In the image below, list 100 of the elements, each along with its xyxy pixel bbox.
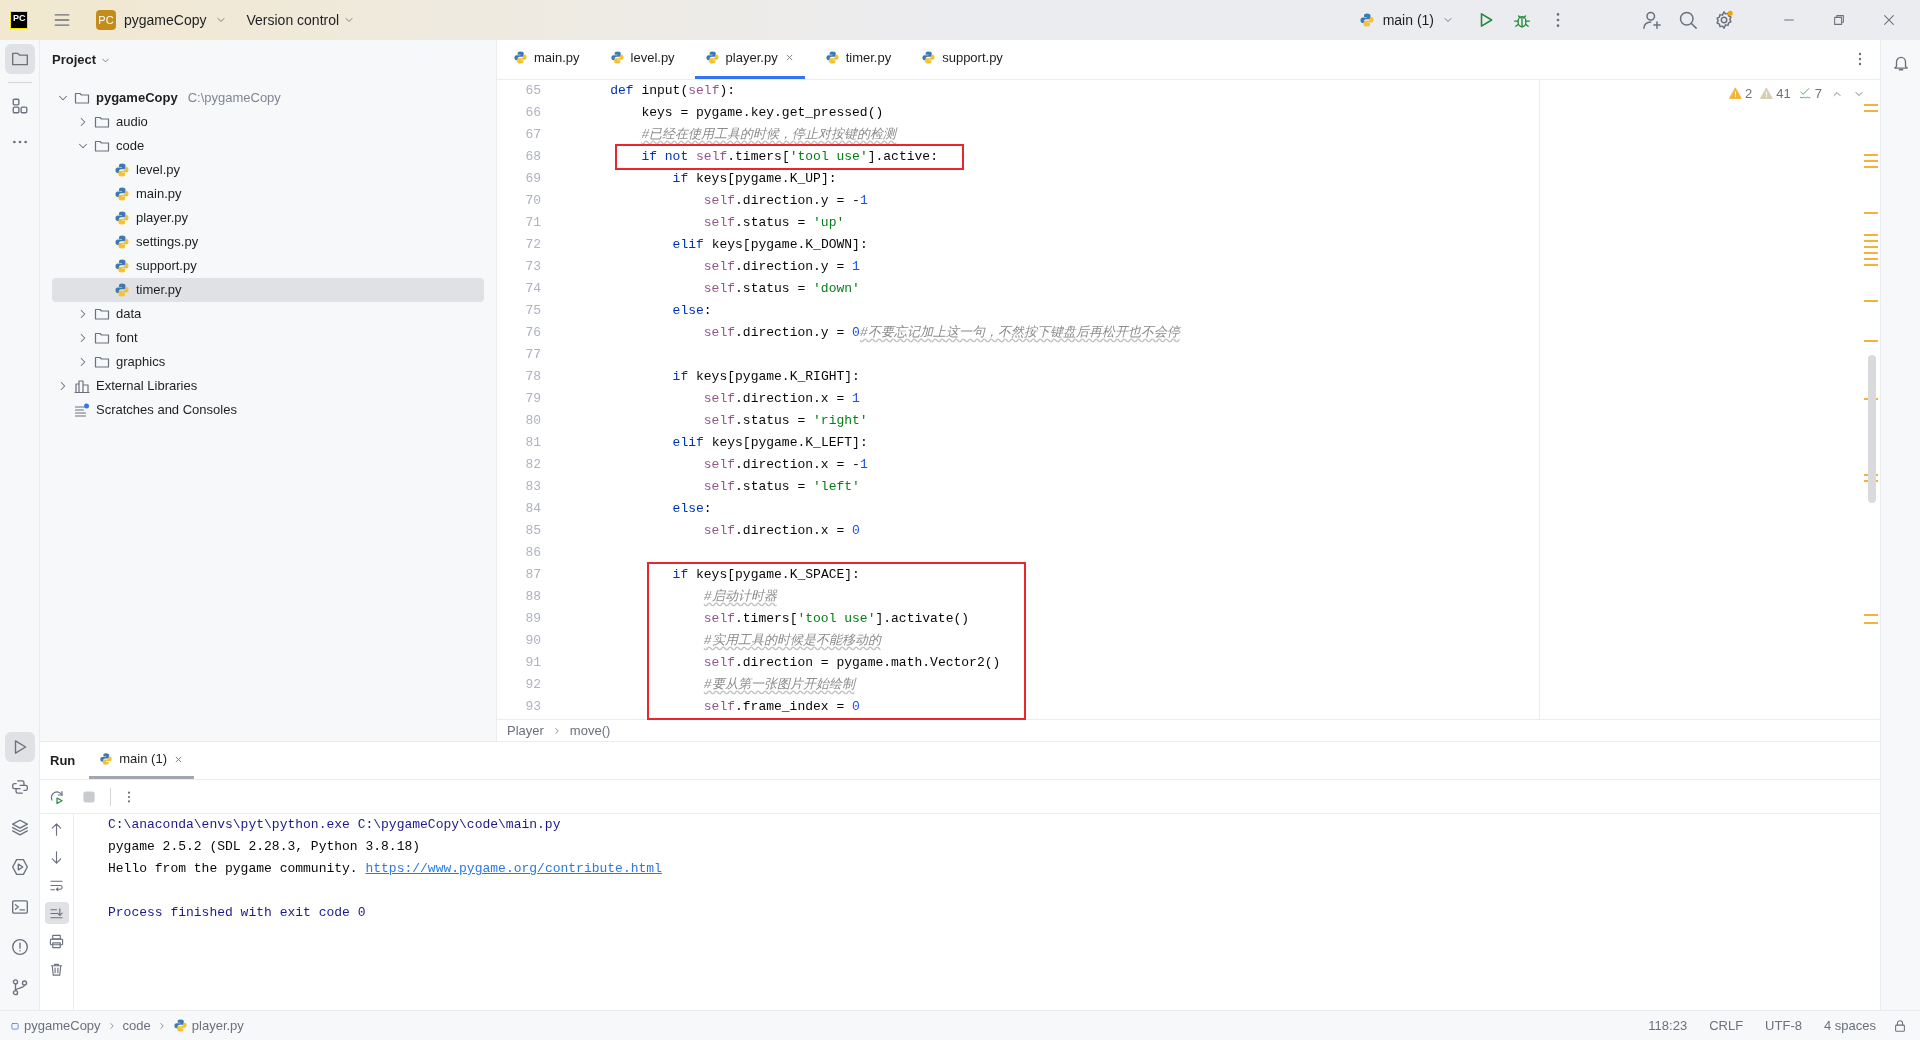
line-number: 86 (524, 544, 541, 563)
layers-icon[interactable] (10, 818, 29, 836)
editor-tab[interactable]: main.py (503, 39, 590, 79)
line-number: 70 (524, 192, 541, 211)
line-number: 68 (524, 148, 541, 167)
code-line: self.direction.y = 1 (703, 258, 860, 277)
bell-icon[interactable] (1891, 54, 1910, 72)
breadcrumb-item[interactable]: pygameCopy (10, 1015, 101, 1036)
tree-item[interactable]: graphics (52, 350, 484, 374)
project-switcher[interactable]: PC pygameCopy (92, 6, 231, 34)
module-icon (10, 1020, 20, 1031)
python-console-icon[interactable] (10, 778, 29, 796)
python-icon (1358, 12, 1375, 28)
console-line: Process finished with exit code 0 (108, 904, 366, 923)
arrow-down-icon[interactable] (49, 849, 64, 865)
line-number: 66 (524, 104, 541, 123)
code-line: #要从第一张图片开始绘制 (703, 676, 855, 695)
scroll-to-end-icon[interactable] (49, 905, 64, 921)
terminal-icon[interactable] (10, 898, 29, 916)
tree-item[interactable]: main.py (52, 182, 484, 206)
tree-item[interactable]: data (52, 302, 484, 326)
lock-icon[interactable] (1893, 1018, 1907, 1033)
code-line: #实用工具的时候是不能移动的 (703, 632, 881, 651)
inspection-counter[interactable]: 2 (1729, 84, 1753, 104)
line-number: 77 (524, 346, 541, 365)
status-item[interactable]: 118:23 (1648, 1015, 1688, 1036)
python-icon (824, 50, 840, 65)
tree-item[interactable]: pygameCopy C:\pygameCopy (52, 86, 484, 110)
editor-tab[interactable]: support.py (911, 39, 1013, 79)
editor-tab[interactable]: timer.py (814, 39, 902, 79)
code-line: self.status = 'down' (703, 280, 860, 299)
line-number: 81 (524, 434, 541, 453)
inspection-counter[interactable]: 41 (1760, 84, 1791, 104)
folder-icon (94, 138, 110, 154)
services-icon[interactable] (10, 858, 29, 876)
warning-icon (1760, 87, 1774, 101)
project-tool-button[interactable] (4, 44, 35, 74)
tree-item[interactable]: timer.py (52, 278, 484, 302)
path-label: C:\pygameCopy (187, 89, 281, 108)
breadcrumb-item[interactable]: Player (507, 720, 544, 741)
line-number: 78 (524, 368, 541, 387)
run-configuration-selector[interactable]: main (1) (1354, 9, 1458, 31)
git-branch-icon[interactable] (10, 978, 29, 996)
line-number: 89 (524, 610, 541, 629)
status-item[interactable]: CRLF (1709, 1015, 1744, 1036)
menu-icon[interactable] (53, 11, 71, 29)
run-tool-button[interactable] (4, 732, 35, 762)
code-line: self.timers['tool use'].activate() (703, 610, 970, 629)
tree-item[interactable]: level.py (52, 158, 484, 182)
tree-item[interactable]: player.py (52, 206, 484, 230)
scratches-icon (74, 402, 90, 418)
version-control-menu[interactable]: Version control (246, 9, 356, 31)
breadcrumb-item[interactable]: code (122, 1015, 151, 1036)
editor-tab[interactable]: level.py (599, 39, 685, 79)
status-item[interactable]: 4 spaces (1823, 1015, 1876, 1036)
line-number: 71 (524, 214, 541, 233)
tree-item[interactable]: code (52, 134, 484, 158)
line-number: 90 (524, 632, 541, 651)
inspection-counter[interactable]: 7 (1798, 84, 1822, 104)
restore-icon[interactable] (1832, 13, 1846, 27)
python-icon (114, 258, 130, 274)
settings-icon[interactable] (1714, 10, 1734, 30)
structure-icon[interactable] (10, 97, 29, 115)
python-icon (114, 282, 130, 298)
line-number: 74 (524, 280, 541, 299)
folder-icon (94, 114, 110, 130)
tree-item[interactable]: audio (52, 110, 484, 134)
breadcrumb-item[interactable]: move() (569, 720, 611, 741)
print-icon[interactable] (49, 933, 64, 949)
line-number: 92 (524, 676, 541, 695)
line-number: 80 (524, 412, 541, 431)
close-icon[interactable] (1882, 13, 1896, 27)
typo-check-icon (1798, 87, 1812, 101)
rerun-icon[interactable] (49, 788, 65, 805)
library-icon (74, 378, 90, 394)
link[interactable]: https://www.pygame.org/contribute.html (365, 859, 662, 879)
search-icon[interactable] (1678, 10, 1698, 30)
arrow-up-icon[interactable] (49, 821, 64, 837)
tree-item[interactable]: settings.py (52, 230, 484, 254)
panel-title-dropdown[interactable]: Project (52, 50, 112, 70)
tree-item[interactable]: External Libraries (52, 374, 484, 398)
project-badge: PC (96, 10, 116, 30)
tree-item[interactable]: font (52, 326, 484, 350)
code-line: if keys[pygame.K_SPACE]: (672, 566, 860, 585)
python-icon (114, 162, 130, 178)
status-item[interactable]: UTF-8 (1765, 1015, 1802, 1036)
line-number: 79 (524, 390, 541, 409)
code-line: if not self.timers['tool use'].active: (641, 148, 938, 167)
add-user-icon[interactable] (1642, 10, 1662, 30)
delete-icon[interactable] (49, 961, 64, 977)
tree-item[interactable]: support.py (52, 254, 484, 278)
scrollbar-thumb[interactable] (1868, 355, 1876, 503)
run-tab[interactable]: main (1) (89, 742, 194, 779)
problems-icon[interactable] (10, 938, 29, 956)
line-number: 65 (524, 82, 541, 101)
breadcrumb-item[interactable]: player.py (172, 1015, 244, 1036)
editor-tab[interactable]: player.py (694, 39, 805, 79)
code-line: #已经在使用工具的时候，停止对按键的检测 (641, 126, 897, 145)
code-line: self.status = 'up' (703, 214, 845, 233)
tree-item[interactable]: Scratches and Consoles (52, 398, 484, 422)
